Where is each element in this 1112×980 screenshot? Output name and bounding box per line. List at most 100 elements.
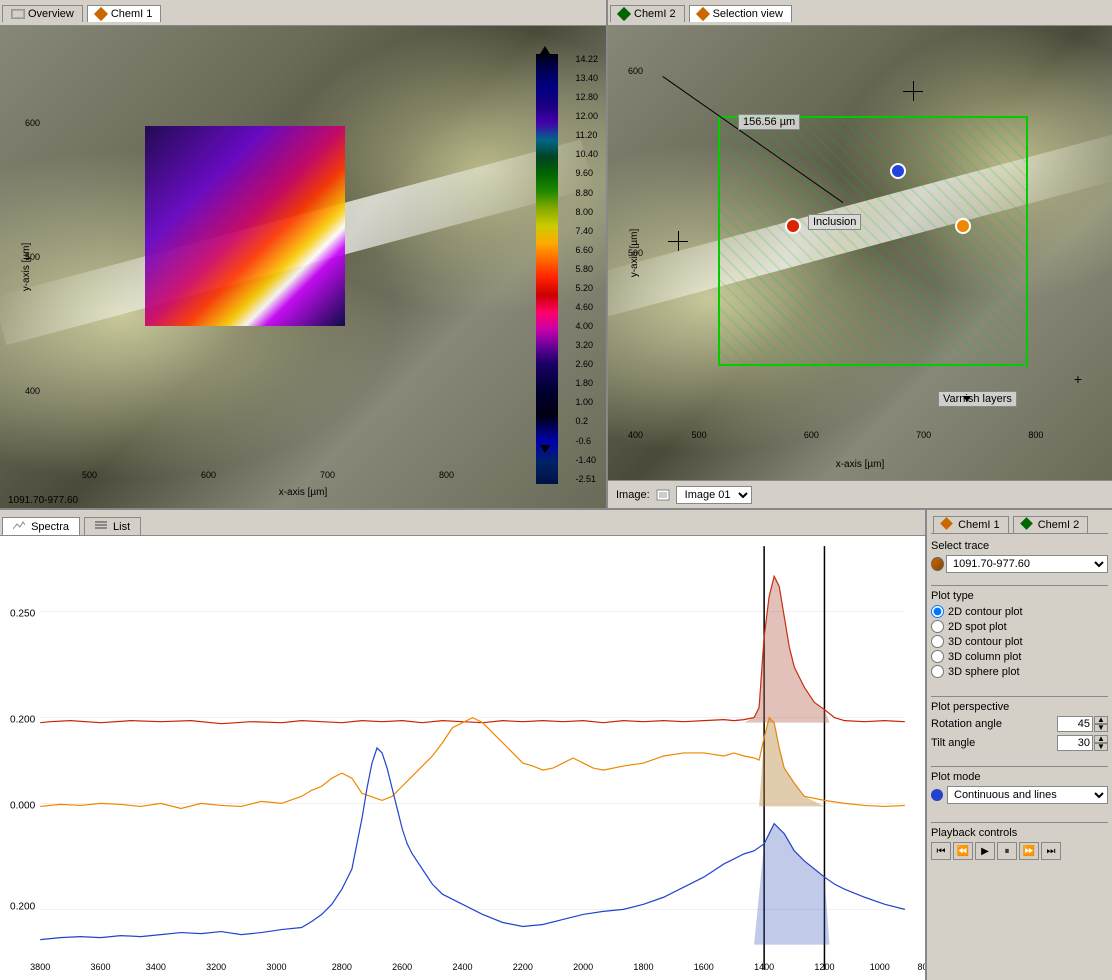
plot-mode-section: Plot mode Continuous and lines <box>931 771 1108 810</box>
tilt-angle-input[interactable] <box>1057 735 1093 751</box>
varnish-arrow <box>963 396 971 402</box>
right-panel: ChemI 2 Selection view 1 <box>608 0 1112 508</box>
spectra-chart: 0.250 0.200 0.000 0.200 <box>0 536 925 980</box>
crosshair-cursor: + <box>1074 371 1082 387</box>
plot-mode-dropdown[interactable]: Continuous and lines <box>947 786 1108 804</box>
rotation-angle-input[interactable] <box>1057 716 1093 732</box>
cb-label-52: 5.20 <box>575 283 598 293</box>
tilt-spin-down[interactable]: ▼ <box>1094 743 1108 751</box>
tab-selection-view[interactable]: Selection view <box>689 5 792 22</box>
plot-type-section: Plot type 2D contour plot 2D spot plot 3… <box>931 590 1108 684</box>
radio-2d-contour-label: 2D contour plot <box>948 606 1023 618</box>
left-panel-tabs: Overview ChemI 1 <box>0 0 606 26</box>
image-dropdown[interactable]: Image 01 <box>676 486 752 504</box>
colorbar-labels: 14.22 13.40 12.80 12.00 11.20 10.40 9.60… <box>575 54 598 484</box>
pb-skip-end[interactable]: ⏭ <box>1041 842 1061 860</box>
radio-3d-sphere-input[interactable] <box>931 665 944 678</box>
right-y-ticks: 600 500 400 <box>628 66 643 440</box>
svg-text:800: 800 <box>917 962 925 972</box>
svg-text:2400: 2400 <box>452 962 472 972</box>
svg-text:2000: 2000 <box>573 962 593 972</box>
tab-list-label: List <box>113 521 130 533</box>
tab-chem2[interactable]: ChemI 2 <box>610 5 685 22</box>
x-axis-ticks: 500 600 700 800 <box>30 470 506 480</box>
cb-label-80: 8.00 <box>575 207 598 217</box>
radio-3d-contour[interactable]: 3D contour plot <box>931 635 1108 648</box>
radio-2d-contour[interactable]: 2D contour plot <box>931 605 1108 618</box>
select-trace-dropdown[interactable]: 1091.70-977.60 <box>946 555 1108 573</box>
right-sidebar: ChemI 1 ChemI 2 Select trace 1091.70-977… <box>927 510 1112 980</box>
radio-2d-contour-input[interactable] <box>931 605 944 618</box>
top-row: Overview ChemI 1 600 <box>0 0 1112 510</box>
plot-mode-circle-icon <box>931 789 943 801</box>
rotation-angle-row: Rotation angle ▲ ▼ <box>931 716 1108 732</box>
plot-type-radio-group: 2D contour plot 2D spot plot 3D contour … <box>931 605 1108 678</box>
rotation-spin-down[interactable]: ▼ <box>1094 724 1108 732</box>
cb-label-66: 6.60 <box>575 245 598 255</box>
rx-tick-800: 800 <box>1028 430 1043 440</box>
cb-label-46: 4.60 <box>575 302 598 312</box>
sidebar-tab-chem2[interactable]: ChemI 2 <box>1013 516 1089 533</box>
tab-overview[interactable]: Overview <box>2 5 83 22</box>
tilt-label: Tilt angle <box>931 737 975 749</box>
svg-text:0.200: 0.200 <box>10 715 36 726</box>
plot-mode-label: Plot mode <box>931 771 1108 783</box>
spectra-panel: Spectra List 0.250 0.200 0.000 0.200 <box>0 510 927 980</box>
radio-3d-column-label: 3D column plot <box>948 651 1021 663</box>
ry-tick-600: 600 <box>628 66 643 76</box>
svg-text:3600: 3600 <box>90 962 110 972</box>
radio-2d-spot[interactable]: 2D spot plot <box>931 620 1108 633</box>
rotation-label: Rotation angle <box>931 718 1002 730</box>
point-orange[interactable] <box>955 218 971 234</box>
cb-label-26: 2.60 <box>575 359 598 369</box>
tab-spectra[interactable]: Spectra <box>2 517 80 535</box>
tab-chem2-label: ChemI 2 <box>634 8 676 20</box>
overview-icon <box>11 9 25 19</box>
spectra-icon <box>13 520 25 530</box>
radio-3d-column-input[interactable] <box>931 650 944 663</box>
radio-3d-contour-input[interactable] <box>931 635 944 648</box>
divider3 <box>931 766 1108 767</box>
tab-list[interactable]: List <box>84 517 141 535</box>
point-blue[interactable] <box>890 163 906 179</box>
radio-2d-spot-input[interactable] <box>931 620 944 633</box>
pb-skip-start[interactable]: ⏮ <box>931 842 951 860</box>
cb-label-14: 14.22 <box>575 54 598 64</box>
diamond-orange-icon2 <box>696 7 710 21</box>
radio-3d-sphere[interactable]: 3D sphere plot <box>931 665 1108 678</box>
spectra-tabs: Spectra List <box>0 510 925 536</box>
y-tick-400: 400 <box>25 386 40 396</box>
radio-3d-sphere-label: 3D sphere plot <box>948 666 1020 678</box>
cb-label-32: 3.20 <box>575 340 598 350</box>
bottom-row: Spectra List 0.250 0.200 0.000 0.200 <box>0 510 1112 980</box>
svg-text:3400: 3400 <box>146 962 166 972</box>
bottom-info: 1091.70-977.60 <box>8 495 78 506</box>
sidebar-chem1-label: ChemI 1 <box>958 519 1000 531</box>
svg-text:3000: 3000 <box>266 962 286 972</box>
point-red[interactable] <box>785 218 801 234</box>
pb-play[interactable]: ▶ <box>975 842 995 860</box>
sidebar-tab-chem1[interactable]: ChemI 1 <box>933 516 1009 533</box>
svg-text:1800: 1800 <box>633 962 653 972</box>
diamond-orange-icon <box>94 7 108 21</box>
plot-type-label: Plot type <box>931 590 1108 602</box>
cb-label-n14: -1.40 <box>575 455 598 465</box>
pb-pause[interactable]: ⏸ <box>997 842 1017 860</box>
crosshair-left <box>668 231 688 251</box>
tab-chem1-label: ChemI 1 <box>111 8 153 20</box>
pb-fast-forward[interactable]: ⏩ <box>1019 842 1039 860</box>
cb-label-10: 1.00 <box>575 397 598 407</box>
svg-text:3800: 3800 <box>30 962 50 972</box>
tab-spectra-label: Spectra <box>31 521 69 533</box>
playback-controls: ⏮ ⏪ ▶ ⏸ ⏩ ⏭ <box>931 842 1108 860</box>
radio-3d-column[interactable]: 3D column plot <box>931 650 1108 663</box>
cb-label-112: 11.20 <box>575 130 598 140</box>
ry-tick-400: 400 <box>628 430 643 440</box>
tab-chem1[interactable]: ChemI 1 <box>87 5 162 22</box>
pb-rewind[interactable]: ⏪ <box>953 842 973 860</box>
rx-tick-500: 500 <box>692 430 707 440</box>
svg-text:2800: 2800 <box>332 962 352 972</box>
rx-tick-600: 600 <box>804 430 819 440</box>
svg-text:1000: 1000 <box>870 962 890 972</box>
selection-overlay[interactable] <box>718 116 1028 366</box>
